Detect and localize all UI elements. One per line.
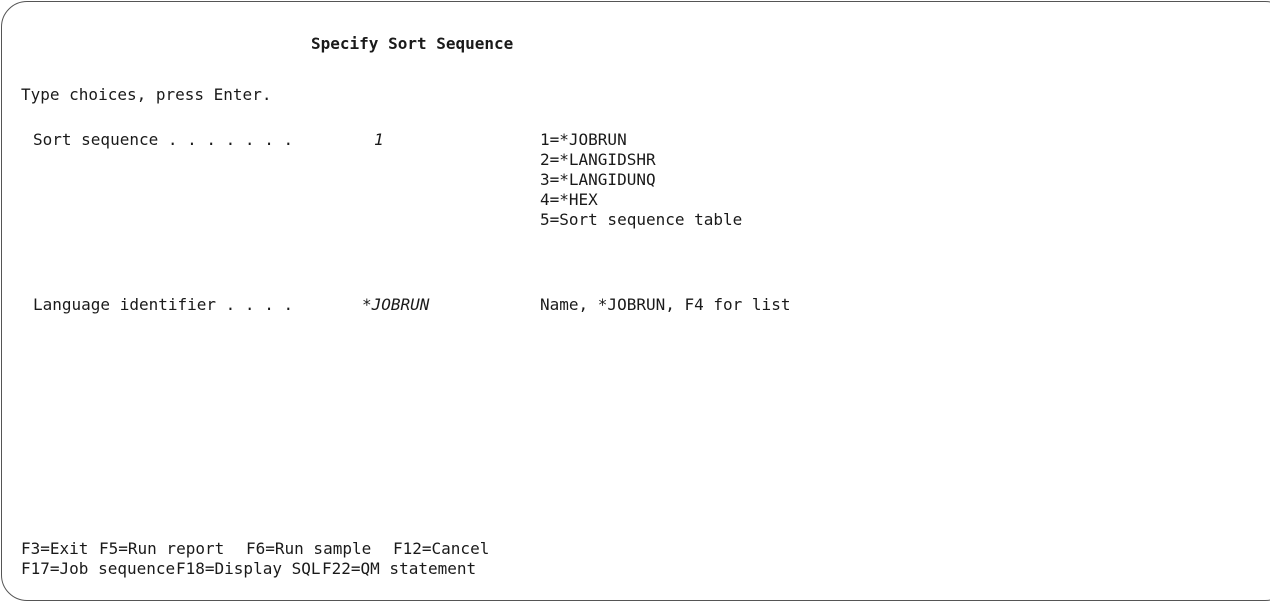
sort-option-3: 3=*LANGIDUNQ — [540, 170, 656, 189]
sort-sequence-label: Sort sequence . . . . . . . — [33, 130, 294, 149]
function-key-f3[interactable]: F3=Exit — [21, 539, 88, 559]
sort-option-1: 1=*JOBRUN — [540, 130, 627, 149]
language-identifier-label: Language identifier . . . . — [33, 295, 294, 314]
function-key-f5[interactable]: F5=Run report — [99, 539, 224, 559]
function-key-f17[interactable]: F17=Job sequence — [21, 559, 175, 579]
function-key-f18[interactable]: F18=Display SQL — [176, 559, 321, 579]
sort-option-2: 2=*LANGIDSHR — [540, 150, 656, 169]
function-key-f6[interactable]: F6=Run sample — [246, 539, 371, 559]
instruction-text: Type choices, press Enter. — [21, 85, 272, 104]
sort-option-5: 5=Sort sequence table — [540, 210, 743, 229]
function-key-f22[interactable]: F22=QM statement — [322, 559, 476, 579]
sort-option-4: 4=*HEX — [540, 190, 598, 209]
language-identifier-hint: Name, *JOBRUN, F4 for list — [540, 295, 791, 314]
function-key-f12[interactable]: F12=Cancel — [393, 539, 489, 559]
language-identifier-input[interactable]: *JOBRUN — [362, 295, 429, 315]
page-title: Specify Sort Sequence — [311, 34, 514, 53]
terminal-screen: Specify Sort Sequence Type choices, pres… — [1, 1, 1270, 601]
sort-sequence-input[interactable]: 1 — [374, 130, 384, 150]
